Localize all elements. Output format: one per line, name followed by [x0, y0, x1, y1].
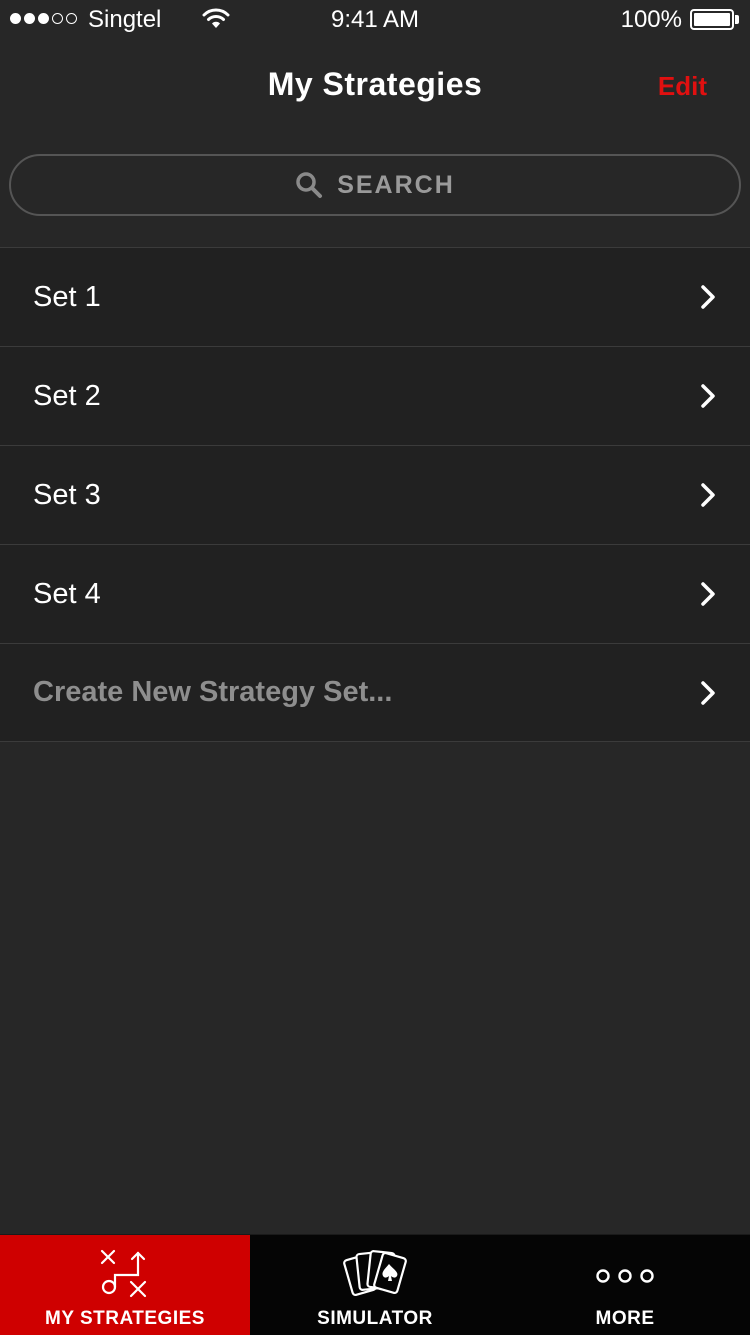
battery-icon — [690, 9, 734, 30]
play-diagram-icon — [100, 1249, 147, 1298]
edit-button[interactable]: Edit — [658, 71, 707, 102]
tab-simulator[interactable]: SIMULATOR — [250, 1235, 500, 1335]
chevron-right-icon — [701, 483, 715, 507]
create-new-label: Create New Strategy Set... — [33, 676, 393, 708]
tab-label: MY STRATEGIES — [45, 1308, 205, 1329]
chevron-right-icon — [701, 285, 715, 309]
status-bar: Singtel 9:41 AM 100% — [0, 0, 750, 40]
more-dots-icon — [596, 1269, 654, 1283]
list-item-set-3[interactable]: Set 3 — [0, 445, 750, 544]
tab-label: SIMULATOR — [317, 1308, 433, 1329]
tab-bar: MY STRATEGIES SIMULATOR MORE — [0, 1234, 750, 1335]
list-item-label: Set 3 — [33, 478, 101, 511]
list-item-label: Set 1 — [33, 280, 101, 313]
battery-cap — [735, 15, 739, 24]
playing-cards-icon — [343, 1250, 407, 1296]
tab-label: MORE — [595, 1308, 655, 1329]
chevron-right-icon — [701, 384, 715, 408]
tab-my-strategies[interactable]: MY STRATEGIES — [0, 1235, 250, 1335]
list-item-label: Set 2 — [33, 379, 101, 412]
list-item-set-1[interactable]: Set 1 — [0, 247, 750, 346]
page-title: My Strategies — [267, 66, 483, 102]
tab-more[interactable]: MORE — [500, 1235, 750, 1335]
search-bar[interactable]: SEARCH — [9, 154, 741, 216]
list-item-set-2[interactable]: Set 2 — [0, 346, 750, 445]
list-item-set-4[interactable]: Set 4 — [0, 544, 750, 643]
chevron-right-icon — [701, 582, 715, 606]
create-new-strategy-set-item[interactable]: Create New Strategy Set... — [0, 643, 750, 742]
chevron-right-icon — [701, 680, 715, 705]
strategy-set-list: Set 1 Set 2 Set 3 Set 4 Create New Strat… — [0, 247, 750, 742]
search-placeholder: SEARCH — [337, 170, 455, 199]
battery-percentage: 100% — [620, 6, 682, 33]
search-icon — [296, 172, 323, 198]
list-item-label: Set 4 — [33, 577, 101, 610]
